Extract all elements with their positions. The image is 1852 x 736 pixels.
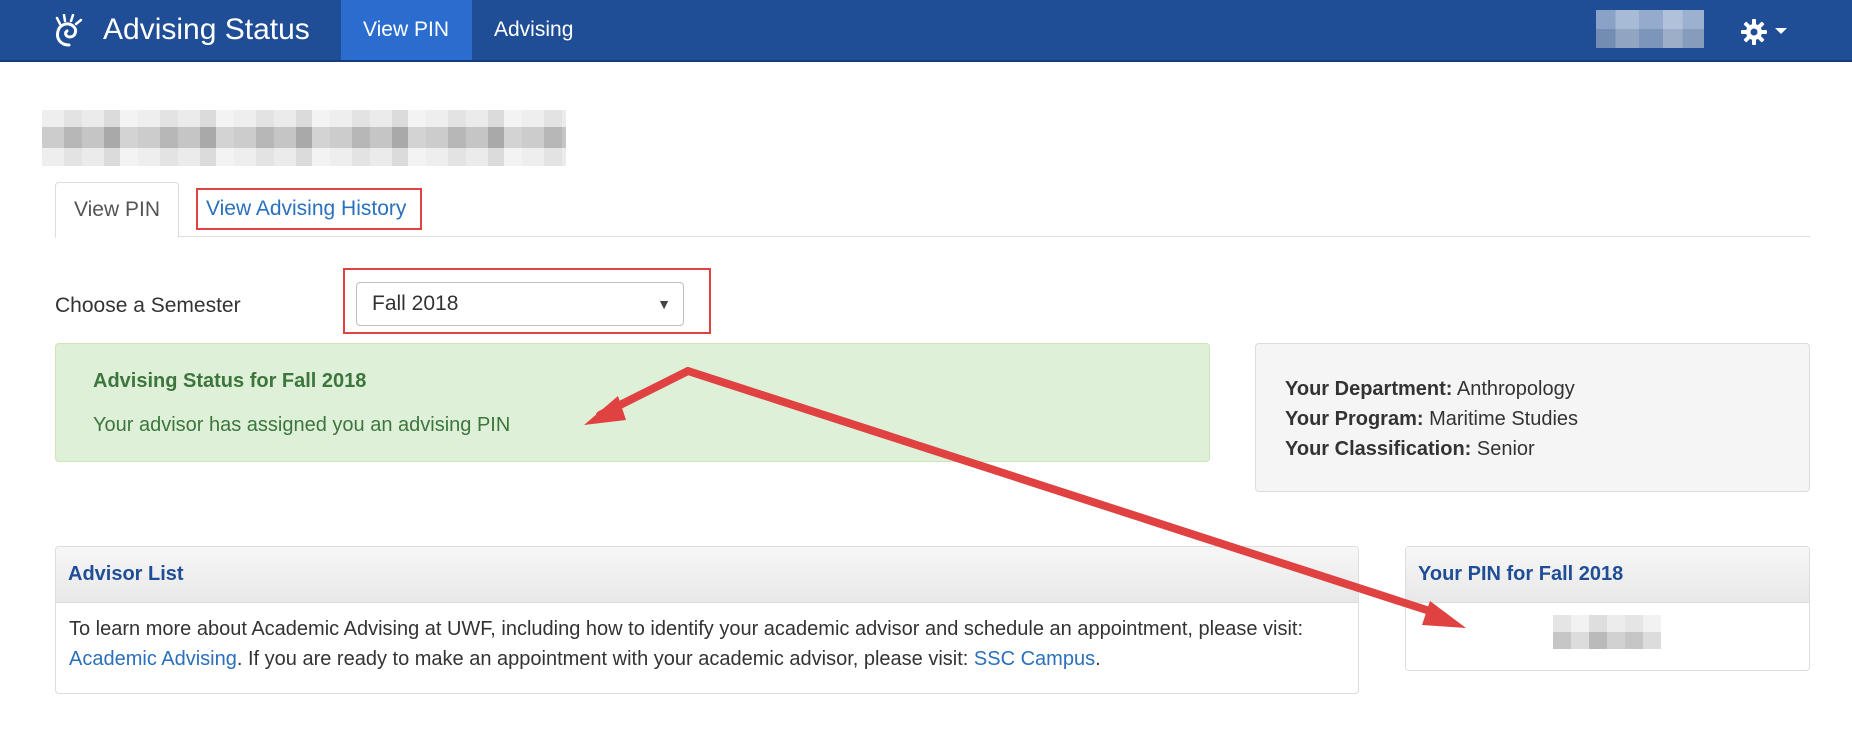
program-label: Your Program: xyxy=(1285,408,1424,430)
student-name-redacted xyxy=(42,110,566,166)
chevron-down-icon[interactable] xyxy=(1775,28,1787,34)
student-info-panel: Your Department: Anthropology Your Progr… xyxy=(1255,343,1810,492)
advisor-text-2: . If you are ready to make an appointmen… xyxy=(236,648,974,670)
program-value: Maritime Studies xyxy=(1429,408,1579,430)
status-message: Your advisor has assigned you an advisin… xyxy=(93,414,511,436)
status-title: Advising Status for Fall 2018 xyxy=(93,370,367,392)
caret-down-icon: ▼ xyxy=(657,296,671,312)
tabs-divider xyxy=(55,236,1810,237)
ssc-campus-link[interactable]: SSC Campus xyxy=(974,648,1095,670)
pin-panel: Your PIN for Fall 2018 xyxy=(1405,546,1810,671)
top-navbar: Advising Status View PIN Advising xyxy=(0,0,1852,62)
advisor-text-1: To learn more about Academic Advising at… xyxy=(69,618,1304,640)
pin-title: Your PIN for Fall 2018 xyxy=(1406,547,1809,603)
shell-logo-icon[interactable] xyxy=(52,14,86,48)
semester-select[interactable]: Fall 2018 ▼ xyxy=(356,282,684,326)
department-label: Your Department: xyxy=(1285,378,1453,400)
pin-value-redacted xyxy=(1553,615,1661,649)
advisor-list-panel: Advisor List To learn more about Academi… xyxy=(55,546,1359,694)
semester-label: Choose a Semester xyxy=(55,294,241,317)
gear-icon[interactable] xyxy=(1740,18,1768,46)
program-row: Your Program: Maritime Studies xyxy=(1285,404,1780,434)
user-name-redacted[interactable] xyxy=(1596,10,1704,48)
tab-view-pin[interactable]: View PIN xyxy=(55,182,179,238)
advisor-list-title: Advisor List xyxy=(56,547,1358,603)
advisor-text-3: . xyxy=(1095,648,1101,670)
nav-advising[interactable]: Advising xyxy=(472,0,595,60)
tab-view-advising-history[interactable]: View Advising History xyxy=(196,188,422,230)
app-title[interactable]: Advising Status xyxy=(103,12,310,48)
classification-row: Your Classification: Senior xyxy=(1285,434,1780,464)
nav-view-pin[interactable]: View PIN xyxy=(341,0,472,60)
department-value: Anthropology xyxy=(1456,378,1575,400)
classification-value: Senior xyxy=(1476,438,1535,460)
department-row: Your Department: Anthropology xyxy=(1285,374,1780,404)
classification-label: Your Classification: xyxy=(1285,438,1472,460)
advisor-list-body: To learn more about Academic Advising at… xyxy=(56,603,1358,685)
advising-status-panel: Advising Status for Fall 2018 Your advis… xyxy=(55,343,1210,462)
semester-selected-value: Fall 2018 xyxy=(372,292,459,315)
academic-advising-link[interactable]: Academic Advising xyxy=(69,648,237,670)
